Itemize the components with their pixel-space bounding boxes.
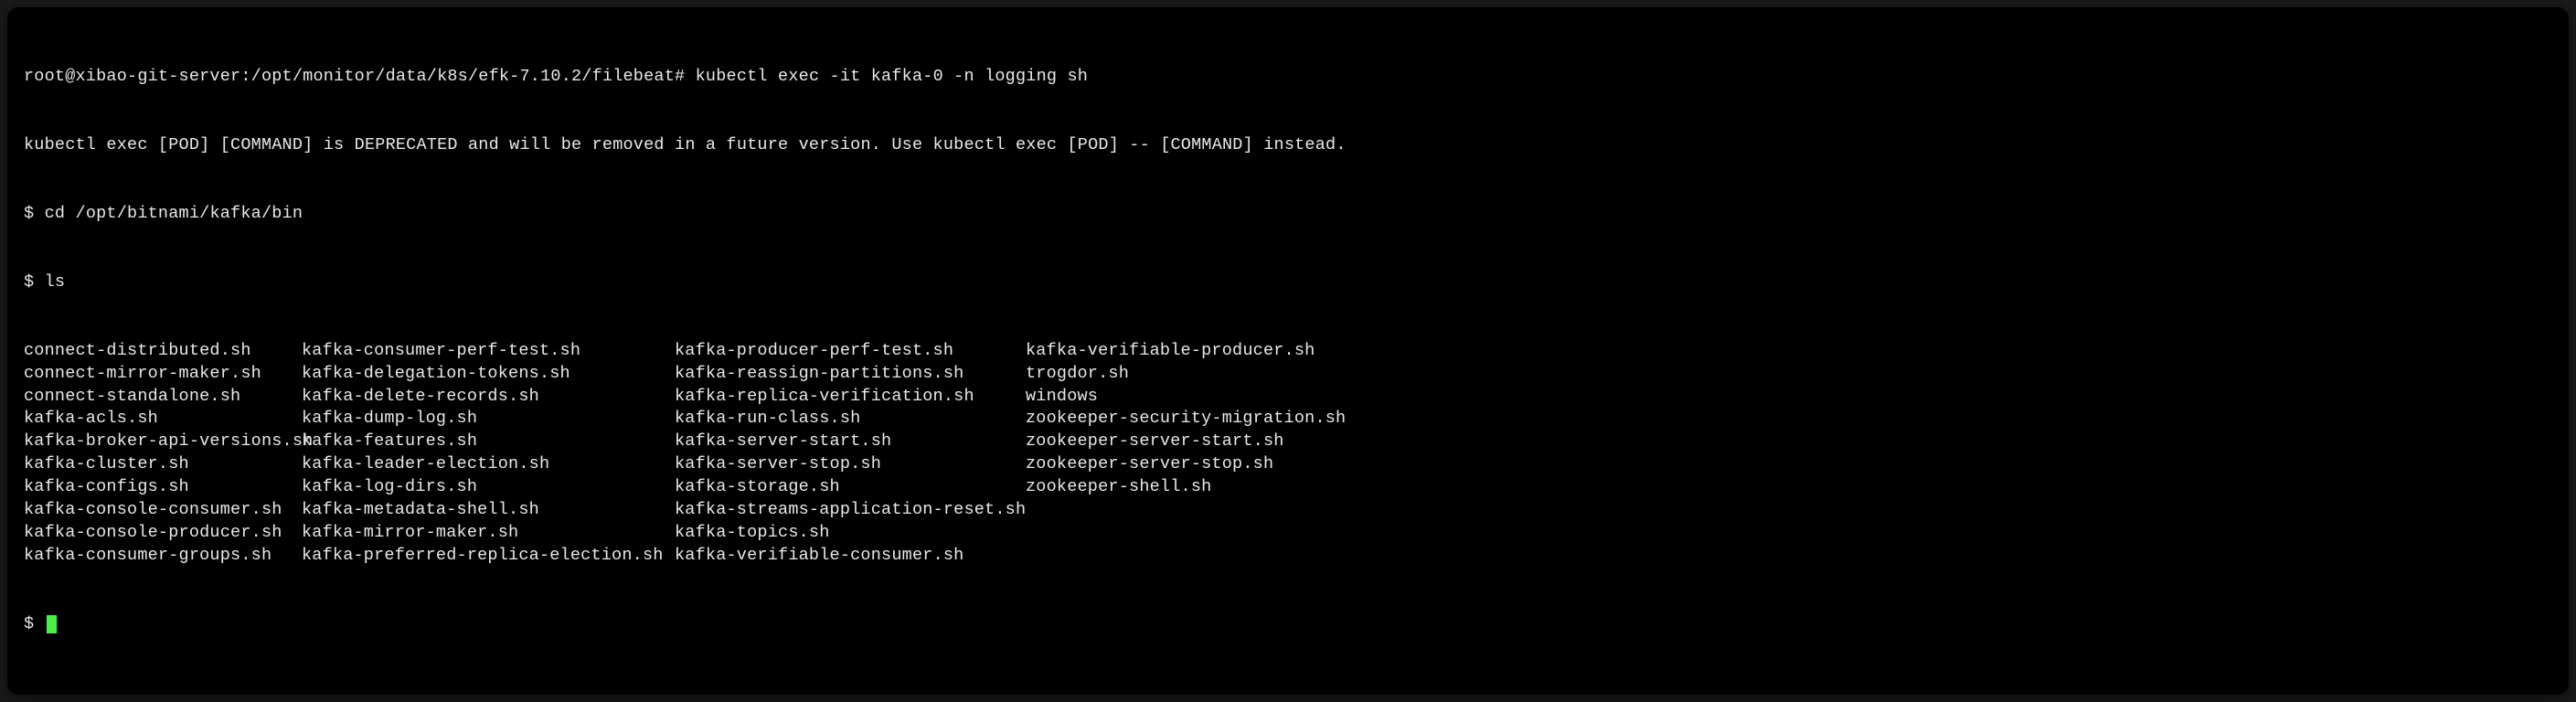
command-kubectl: kubectl exec -it kafka-0 -n logging sh — [696, 67, 1088, 86]
file-item: kafka-console-producer.sh — [24, 522, 302, 545]
file-item: kafka-topics.sh — [675, 522, 1026, 545]
file-item: kafka-server-start.sh — [675, 431, 1026, 453]
ls-output: connect-distributed.sh kafka-consumer-pe… — [24, 340, 2552, 569]
file-item: kafka-delegation-tokens.sh — [302, 363, 675, 386]
file-item: kafka-replica-verification.sh — [675, 386, 1026, 409]
file-item: kafka-verifiable-producer.sh — [1026, 340, 2552, 363]
command-cd: cd /opt/bitnami/kafka/bin — [45, 204, 303, 223]
command-ls: ls — [45, 272, 66, 292]
prompt-dollar: $ — [24, 204, 45, 223]
file-item: connect-distributed.sh — [24, 340, 302, 363]
file-item — [1026, 522, 2552, 545]
file-item: kafka-reassign-partitions.sh — [675, 363, 1026, 386]
file-item: kafka-cluster.sh — [24, 453, 302, 476]
file-item: kafka-server-stop.sh — [675, 453, 1026, 476]
file-item: trogdor.sh — [1026, 363, 2552, 386]
command-line-1: root@xibao-git-server:/opt/monitor/data/… — [24, 66, 2552, 89]
file-item — [1026, 499, 2552, 522]
file-item: kafka-dump-log.sh — [302, 408, 675, 431]
file-item: kafka-storage.sh — [675, 476, 1026, 499]
file-item: connect-standalone.sh — [24, 386, 302, 409]
file-item: kafka-console-consumer.sh — [24, 499, 302, 522]
file-item: zookeeper-security-migration.sh — [1026, 408, 2552, 431]
prompt-dollar: $ — [24, 272, 45, 292]
cursor-block — [47, 615, 57, 633]
file-item: kafka-consumer-perf-test.sh — [302, 340, 675, 363]
file-item: zookeeper-server-start.sh — [1026, 431, 2552, 453]
prompt-dollar: $ — [24, 614, 45, 633]
file-item: zookeeper-server-stop.sh — [1026, 453, 2552, 476]
deprecation-warning: kubectl exec [POD] [COMMAND] is DEPRECAT… — [24, 134, 2552, 157]
file-item: kafka-run-class.sh — [675, 408, 1026, 431]
file-item: kafka-delete-records.sh — [302, 386, 675, 409]
file-item: kafka-mirror-maker.sh — [302, 522, 675, 545]
file-item: kafka-features.sh — [302, 431, 675, 453]
command-line-2: $ cd /opt/bitnami/kafka/bin — [24, 203, 2552, 226]
command-line-3: $ ls — [24, 271, 2552, 294]
terminal-content: root@xibao-git-server:/opt/monitor/data/… — [24, 20, 2552, 682]
file-item — [1026, 545, 2552, 568]
terminal-window[interactable]: root@xibao-git-server:/opt/monitor/data/… — [7, 7, 2569, 695]
file-item: windows — [1026, 386, 2552, 409]
current-prompt-line[interactable]: $ — [24, 613, 2552, 636]
file-item: kafka-consumer-groups.sh — [24, 545, 302, 568]
file-item: kafka-producer-perf-test.sh — [675, 340, 1026, 363]
file-item: kafka-verifiable-consumer.sh — [675, 545, 1026, 568]
file-item: kafka-log-dirs.sh — [302, 476, 675, 499]
file-item: kafka-acls.sh — [24, 408, 302, 431]
file-item: connect-mirror-maker.sh — [24, 363, 302, 386]
file-item: kafka-leader-election.sh — [302, 453, 675, 476]
file-item: kafka-metadata-shell.sh — [302, 499, 675, 522]
file-item: kafka-preferred-replica-election.sh — [302, 545, 675, 568]
prompt-root: root@xibao-git-server:/opt/monitor/data/… — [24, 67, 696, 86]
file-item: kafka-configs.sh — [24, 476, 302, 499]
file-item: zookeeper-shell.sh — [1026, 476, 2552, 499]
file-item: kafka-broker-api-versions.sh — [24, 431, 302, 453]
file-item: kafka-streams-application-reset.sh — [675, 499, 1026, 522]
